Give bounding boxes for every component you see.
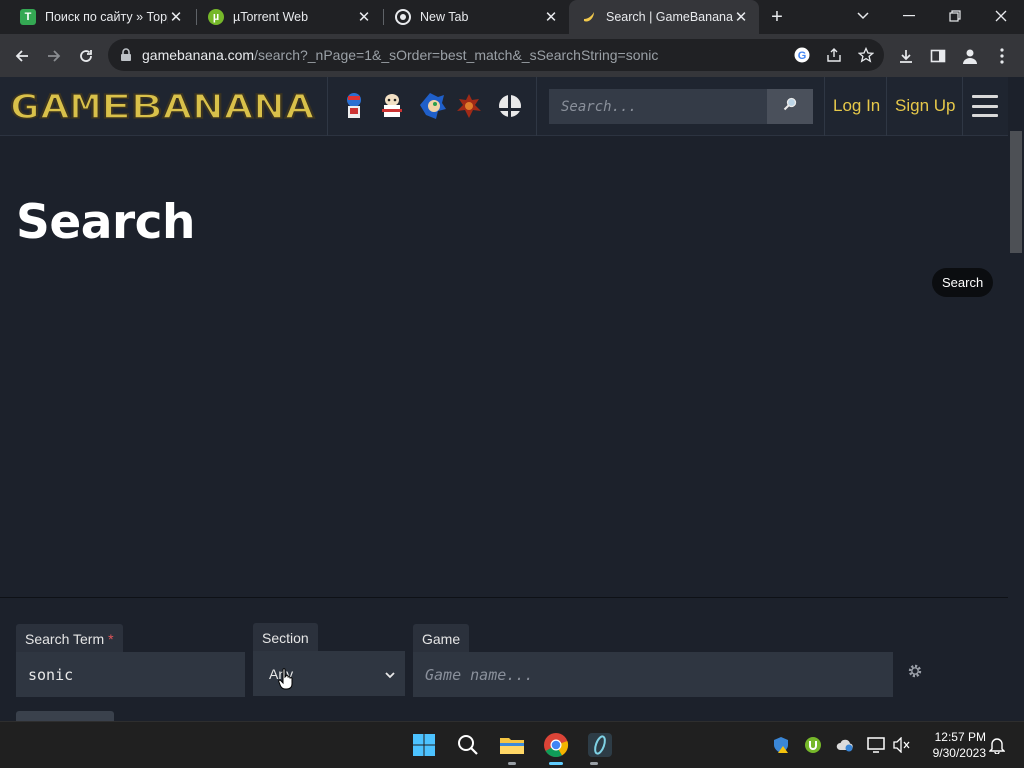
close-tab-icon[interactable]: ✕: [168, 9, 184, 26]
page-title: Search: [16, 195, 195, 250]
browser-tab-strip: T Поиск по сайту » Торр ✕ µ µTorrent Web…: [0, 0, 1024, 34]
close-tab-icon[interactable]: ✕: [356, 9, 372, 26]
pizza-tower-icon[interactable]: [378, 91, 406, 121]
download-icon[interactable]: [892, 42, 920, 70]
header-divider: [962, 77, 963, 136]
back-arrow-icon[interactable]: [8, 42, 36, 70]
game-name-input[interactable]: [413, 652, 893, 697]
utorrent-tray-icon[interactable]: [804, 736, 822, 754]
game-label: Game: [413, 624, 470, 653]
magnifier-icon: [783, 97, 797, 116]
close-tab-icon[interactable]: ✕: [733, 9, 749, 26]
clock-time: 12:57 PM: [934, 730, 986, 744]
section-label: Section: [253, 623, 318, 652]
browser-tab-active[interactable]: Search | GameBanana ✕: [569, 0, 759, 34]
minimize-icon[interactable]: [886, 0, 932, 32]
torrent-site-favicon-icon: T: [20, 9, 36, 25]
header-divider: [327, 77, 328, 136]
google-lens-icon[interactable]: G: [792, 45, 812, 65]
search-anchor-pill[interactable]: Search: [932, 268, 994, 297]
section-divider: [0, 597, 1008, 598]
url-text[interactable]: gamebanana.com/search?_nPage=1&_sOrder=b…: [142, 47, 658, 63]
search-term-input[interactable]: [16, 652, 245, 697]
share-icon[interactable]: [824, 45, 844, 65]
restore-icon[interactable]: [932, 0, 978, 32]
taskbar-running-indicator: [508, 762, 516, 765]
taskbar-running-indicator: [590, 762, 598, 765]
site-search-button[interactable]: [767, 89, 813, 124]
tab-title: New Tab: [420, 10, 469, 24]
windows-start-icon[interactable]: [411, 732, 437, 758]
browser-toolbar: gamebanana.com/search?_nPage=1&_sOrder=b…: [0, 34, 1024, 77]
header-divider: [536, 77, 537, 136]
hand-cursor-icon: [278, 668, 293, 690]
close-window-icon[interactable]: [978, 0, 1024, 32]
doom-icon[interactable]: [455, 91, 483, 121]
tab-title: Search | GameBanana: [606, 10, 733, 24]
search-term-label: Search Term *: [16, 624, 123, 653]
tab-search-chevron-icon[interactable]: [840, 0, 886, 32]
chrome-taskbar-icon[interactable]: [543, 732, 569, 758]
address-bar[interactable]: gamebanana.com/search?_nPage=1&_sOrder=b…: [108, 39, 884, 71]
chevron-down-icon: [385, 666, 395, 682]
taskbar-search-icon[interactable]: [455, 732, 481, 758]
friday-night-funkin-icon[interactable]: [340, 91, 368, 121]
gamebanana-logo[interactable]: GAMEBANANA: [8, 90, 318, 124]
app-taskbar-icon[interactable]: [587, 732, 613, 758]
search-term-label-text: Search Term: [25, 630, 105, 647]
browser-tab[interactable]: T Поиск по сайту » Торр ✕: [8, 0, 194, 34]
banana-favicon-icon: [581, 9, 597, 25]
forward-arrow-icon[interactable]: [40, 42, 68, 70]
header-divider: [886, 77, 887, 136]
lock-icon[interactable]: [120, 48, 132, 67]
taskbar-active-indicator: [549, 762, 563, 765]
notification-bell-icon[interactable]: [988, 736, 1006, 754]
side-panel-icon[interactable]: [924, 42, 952, 70]
gear-icon[interactable]: [906, 662, 924, 680]
header-divider: [824, 77, 825, 136]
partially-visible-control[interactable]: [16, 711, 114, 721]
system-clock[interactable]: 12:57 PM 9/30/2023: [918, 729, 986, 761]
new-tab-icon[interactable]: +: [766, 6, 788, 28]
svg-text:G: G: [798, 50, 807, 62]
required-asterisk: *: [108, 630, 114, 647]
windows-taskbar: 12:57 PM 9/30/2023: [0, 721, 1024, 768]
super-smash-bros-icon[interactable]: [496, 91, 524, 121]
utorrent-favicon-icon: µ: [208, 9, 224, 25]
sonic-icon[interactable]: [416, 91, 448, 121]
bookmark-star-icon[interactable]: [856, 45, 876, 65]
tab-title: Поиск по сайту » Торр: [45, 10, 168, 24]
site-search-input[interactable]: [549, 89, 767, 124]
file-explorer-icon[interactable]: [499, 732, 525, 758]
clock-date: 9/30/2023: [932, 746, 986, 760]
speaker-muted-icon[interactable]: [893, 736, 911, 754]
browser-tab[interactable]: New Tab ✕: [383, 0, 569, 34]
profile-avatar-icon[interactable]: [956, 42, 984, 70]
site-header: GAMEBANANA Log In Sign Up: [0, 77, 1008, 136]
svg-text:GAMEBANANA: GAMEBANANA: [9, 90, 315, 124]
signup-link[interactable]: Sign Up: [895, 96, 955, 116]
monitor-icon[interactable]: [867, 736, 885, 754]
section-select[interactable]: Any: [253, 651, 405, 696]
reload-icon[interactable]: [72, 42, 100, 70]
browser-menu-kebab-icon[interactable]: [988, 42, 1016, 70]
close-tab-icon[interactable]: ✕: [543, 9, 559, 26]
scrollbar-thumb[interactable]: [1010, 131, 1022, 253]
browser-tab[interactable]: µ µTorrent Web ✕: [196, 0, 382, 34]
onedrive-icon[interactable]: [836, 736, 854, 754]
login-link[interactable]: Log In: [833, 96, 880, 116]
hamburger-menu-icon[interactable]: [972, 95, 998, 117]
chrome-favicon-icon: [395, 9, 411, 25]
tab-title: µTorrent Web: [233, 10, 309, 24]
defender-warning-icon[interactable]: [772, 736, 790, 754]
